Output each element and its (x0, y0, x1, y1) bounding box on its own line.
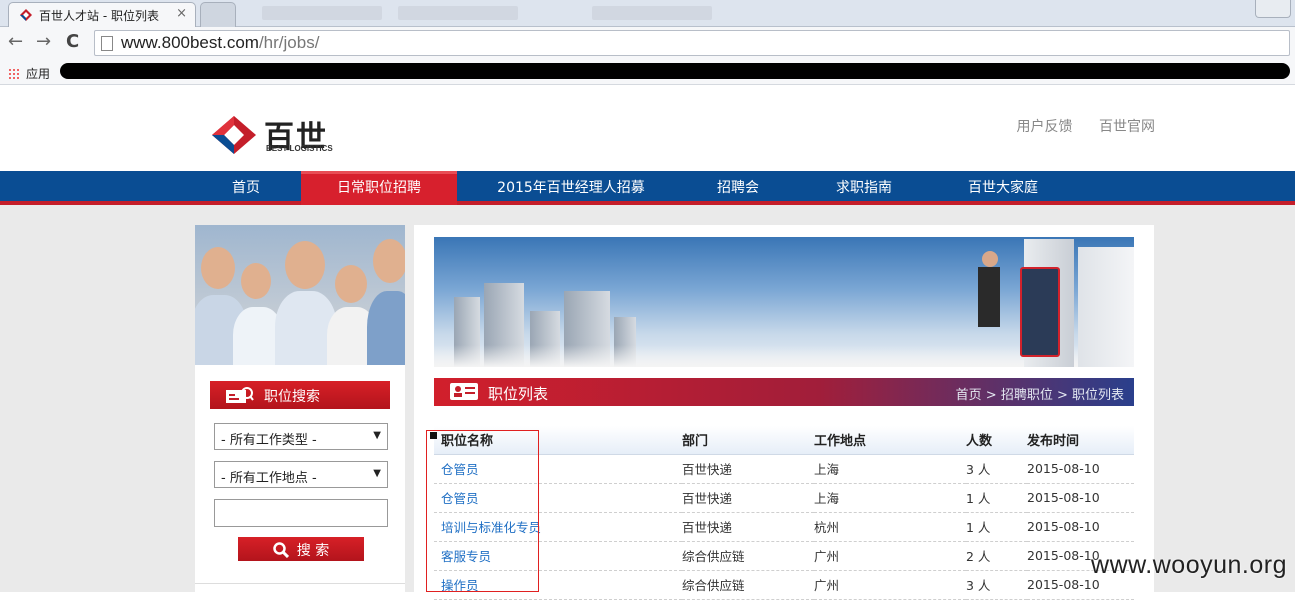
job-title-link[interactable]: 仓管员 (434, 483, 682, 513)
job-count: 1 人 (966, 512, 1027, 542)
main-content: 职位列表 首页 > 招聘职位 > 职位列表 职位名称 部门 工作地点 人数 发布… (414, 225, 1154, 600)
col-date: 发布时间 (1027, 426, 1134, 455)
sidebar-next-panel (195, 583, 405, 595)
table-row[interactable]: 培训与标准化专员 百世快递 杭州 1 人 2015-08-10 (434, 512, 1134, 542)
url-path: /hr/jobs/ (258, 33, 320, 52)
nav-daily-jobs[interactable]: 日常职位招聘 (301, 171, 457, 205)
job-search-header: 职位搜索 (210, 381, 390, 409)
col-title: 职位名称 (434, 426, 682, 455)
feedback-link[interactable]: 用户反馈 (1017, 119, 1073, 135)
page-icon (101, 36, 113, 51)
job-location: 上海 (814, 454, 966, 484)
apps-grid-icon (8, 68, 20, 80)
nav-home[interactable]: 首页 (200, 171, 292, 205)
job-date: 2015-08-10 (1027, 483, 1134, 513)
apps-label: 应用 (26, 67, 51, 81)
page-viewport: 百世 BEST LOGISTICS 用户反馈 百世官网 首页 日常职位招聘 20… (0, 86, 1295, 600)
breadcrumb[interactable]: 首页 > 招聘职位 > 职位列表 (956, 384, 1124, 403)
site-favicon-icon (20, 9, 32, 21)
job-count: 1 人 (966, 483, 1027, 513)
search-icon (273, 542, 289, 559)
best-logo[interactable]: 百世 BEST LOGISTICS (210, 114, 340, 156)
job-location: 杭州 (814, 512, 966, 542)
job-date: 2015-08-10 (1027, 454, 1134, 484)
forward-arrow-icon[interactable]: → (36, 31, 51, 52)
job-count: 2 人 (966, 541, 1027, 571)
job-location: 广州 (814, 570, 966, 600)
background-tab[interactable] (398, 6, 518, 20)
browser-toolbar: ← → C www.800best.com/hr/jobs/ (0, 27, 1295, 59)
logo-english: BEST LOGISTICS (266, 144, 333, 153)
bookmarks-bar: 应用 (0, 59, 1295, 85)
new-tab-button[interactable] (200, 2, 236, 27)
table-row[interactable]: 客服专员 综合供应链 广州 2 人 2015-08-10 (434, 541, 1134, 571)
square-marker-icon (430, 432, 437, 439)
apps-shortcut[interactable]: 应用 (8, 65, 50, 82)
main-nav: 首页 日常职位招聘 2015年百世经理人招募 招聘会 求职指南 百世大家庭 (0, 171, 1295, 205)
id-card-icon (450, 383, 478, 400)
job-list-title: 职位列表 (488, 385, 549, 403)
location-value: - 所有工作地点 - (221, 471, 317, 486)
job-dept: 百世快递 (682, 454, 814, 484)
official-site-link[interactable]: 百世官网 (1099, 119, 1155, 135)
job-dept: 百世快递 (682, 512, 814, 542)
site-header: 百世 BEST LOGISTICS 用户反馈 百世官网 (0, 86, 1295, 171)
window-controls[interactable] (1255, 0, 1291, 18)
job-count: 3 人 (966, 454, 1027, 484)
tab-title: 百世人才站 - 职位列表 (39, 9, 159, 23)
nav-job-fair[interactable]: 招聘会 (690, 171, 786, 205)
browser-tab-active[interactable]: 百世人才站 - 职位列表 × (8, 2, 196, 27)
col-location: 工作地点 (814, 426, 966, 455)
job-list-title-bar: 职位列表 首页 > 招聘职位 > 职位列表 (434, 378, 1134, 406)
recruit-banner (434, 237, 1134, 367)
job-title-link[interactable]: 培训与标准化专员 (434, 512, 682, 542)
tab-close-icon[interactable]: × (176, 6, 187, 21)
keyword-input[interactable] (214, 499, 388, 527)
job-dept: 综合供应链 (682, 541, 814, 571)
background-tab[interactable] (262, 6, 382, 20)
job-type-value: - 所有工作类型 - (221, 433, 317, 448)
search-button-label: 搜 索 (296, 543, 330, 559)
job-location: 广州 (814, 541, 966, 571)
dropdown-arrow-icon: ▼ (373, 430, 381, 441)
address-bar[interactable]: www.800best.com/hr/jobs/ (94, 30, 1290, 56)
table-row[interactable]: 仓管员 百世快递 上海 1 人 2015-08-10 (434, 483, 1134, 513)
best-logo-mark-icon (212, 116, 256, 154)
team-photo (195, 225, 405, 365)
sidebar: 职位搜索 - 所有工作类型 - ▼ - 所有工作地点 - ▼ 搜 索 (195, 225, 405, 595)
dropdown-arrow-icon: ▼ (373, 468, 381, 479)
back-arrow-icon[interactable]: ← (8, 31, 23, 52)
nav-job-guide[interactable]: 求职指南 (810, 171, 918, 205)
job-dept: 百世快递 (682, 483, 814, 513)
search-card-icon (226, 387, 254, 403)
col-count: 人数 (966, 426, 1027, 455)
job-type-select[interactable]: - 所有工作类型 - ▼ (214, 423, 388, 450)
job-count: 3 人 (966, 570, 1027, 600)
col-dept: 部门 (682, 426, 814, 455)
job-title-link[interactable]: 操作员 (434, 570, 682, 600)
job-table-header: 职位名称 部门 工作地点 人数 发布时间 (434, 426, 1134, 455)
table-row[interactable]: 仓管员 百世快递 上海 3 人 2015-08-10 (434, 454, 1134, 484)
redacted-bookmarks (60, 63, 1290, 79)
table-row[interactable]: 操作员 综合供应链 广州 3 人 2015-08-10 (434, 570, 1134, 600)
job-table: 职位名称 部门 工作地点 人数 发布时间 仓管员 百世快递 上海 3 人 201… (434, 426, 1134, 600)
nav-best-family[interactable]: 百世大家庭 (944, 171, 1062, 205)
job-title-link[interactable]: 客服专员 (434, 541, 682, 571)
location-select[interactable]: - 所有工作地点 - ▼ (214, 461, 388, 488)
job-location: 上海 (814, 483, 966, 513)
job-search-title: 职位搜索 (264, 389, 320, 405)
reload-icon[interactable]: C (66, 31, 79, 52)
job-date: 2015-08-10 (1027, 512, 1134, 542)
header-links: 用户反馈 百世官网 (995, 116, 1155, 136)
search-button[interactable]: 搜 索 (238, 537, 364, 561)
job-dept: 综合供应链 (682, 570, 814, 600)
job-title-link[interactable]: 仓管员 (434, 454, 682, 484)
nav-manager-recruit[interactable]: 2015年百世经理人招募 (476, 171, 666, 205)
background-tab[interactable] (592, 6, 712, 20)
url-host: www.800best.com (121, 33, 259, 52)
browser-tab-strip: 百世人才站 - 职位列表 × (0, 0, 1295, 27)
watermark: www.wooyun.org (1091, 551, 1287, 579)
